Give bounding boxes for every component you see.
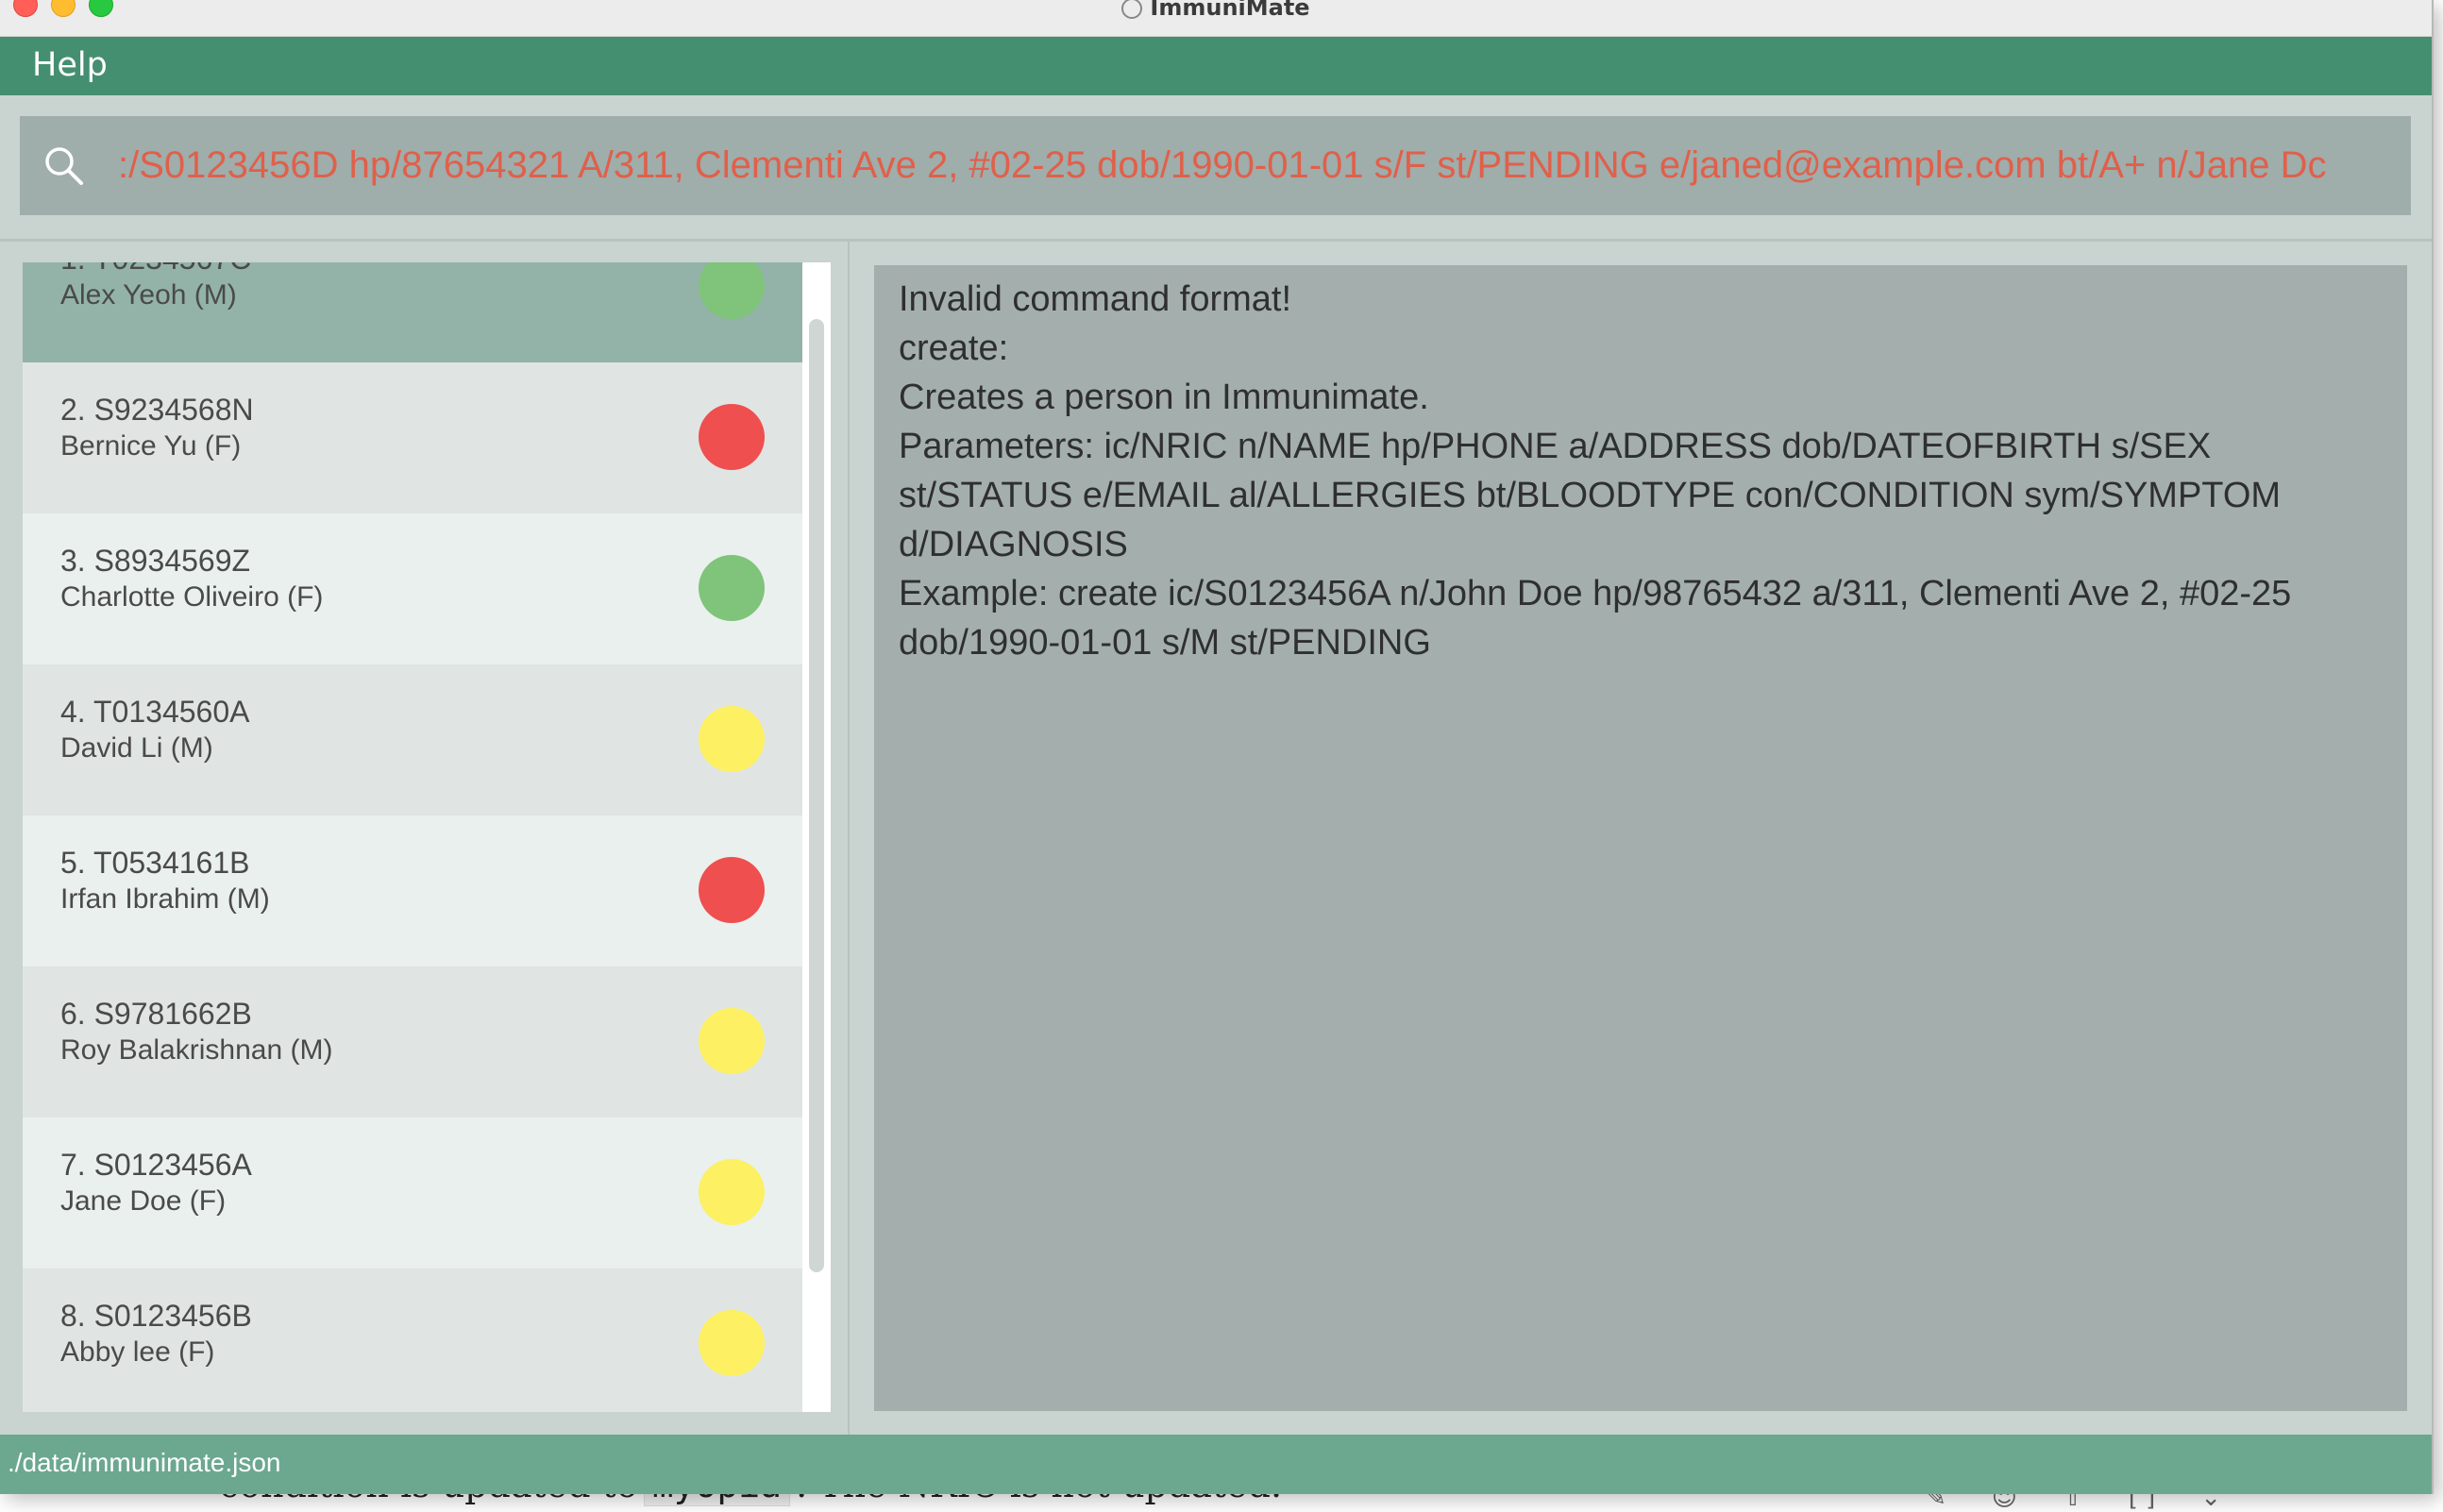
person-name: Charlotte Oliveiro (F) bbox=[60, 581, 324, 613]
person-index-nric: 3. S8934569Z bbox=[60, 544, 251, 578]
person-card[interactable]: 4. T0134560A David Li (M) bbox=[23, 664, 802, 815]
person-index-nric: 2. S9234568N bbox=[60, 393, 254, 427]
person-card[interactable]: 1. T0234567C Alex Yeoh (M) bbox=[23, 262, 802, 362]
person-card[interactable]: 5. T0534161B Irfan Ibrahim (M) bbox=[23, 815, 802, 966]
person-name: Bernice Yu (F) bbox=[60, 430, 242, 462]
person-name: Jane Doe (F) bbox=[60, 1185, 227, 1217]
command-area bbox=[0, 95, 2432, 239]
person-index-nric: 8. S0123456B bbox=[60, 1299, 252, 1333]
status-indicator bbox=[699, 404, 765, 470]
status-indicator bbox=[699, 1008, 765, 1074]
search-icon bbox=[45, 147, 83, 185]
title-bar: ImmuniMate bbox=[0, 0, 2432, 37]
person-name: Irfan Ibrahim (M) bbox=[60, 883, 270, 915]
command-input[interactable] bbox=[118, 116, 2384, 215]
person-index-nric: 1. T0234567C bbox=[60, 262, 251, 277]
result-display: Invalid command format! create: Creates … bbox=[874, 265, 2407, 1411]
person-index-nric: 4. T0134560A bbox=[60, 695, 250, 729]
status-indicator bbox=[699, 262, 765, 319]
screen: condition is updated tomyopia. The NRIC … bbox=[0, 0, 2443, 1512]
person-list-content: 1. T0234567C Alex Yeoh (M) 2. S9234568N … bbox=[23, 262, 802, 1412]
stethoscope-icon bbox=[1121, 0, 1143, 19]
person-card[interactable]: 3. S8934569Z Charlotte Oliveiro (F) bbox=[23, 513, 802, 664]
status-indicator bbox=[699, 857, 765, 923]
person-index-nric: 5. T0534161B bbox=[60, 846, 250, 880]
window-title: ImmuniMate bbox=[1150, 0, 1310, 21]
list-scrollbar-thumb[interactable] bbox=[809, 319, 824, 1272]
person-card[interactable]: 6. S9781662B Roy Balakrishnan (M) bbox=[23, 966, 802, 1117]
status-indicator bbox=[699, 555, 765, 621]
menu-help[interactable]: Help bbox=[32, 46, 108, 84]
status-indicator bbox=[699, 706, 765, 772]
status-indicator bbox=[699, 1310, 765, 1376]
person-name: Roy Balakrishnan (M) bbox=[60, 1034, 333, 1066]
person-index-nric: 7. S0123456A bbox=[60, 1148, 252, 1182]
person-card[interactable]: 7. S0123456A Jane Doe (F) bbox=[23, 1117, 802, 1268]
person-card[interactable]: 2. S9234568N Bernice Yu (F) bbox=[23, 362, 802, 513]
app-window: ImmuniMate Help 1. T0234567C Ale bbox=[0, 0, 2434, 1494]
data-file-path: ./data/immunimate.json bbox=[8, 1448, 281, 1477]
command-box[interactable] bbox=[20, 116, 2411, 215]
window-title-group: ImmuniMate bbox=[0, 0, 2432, 21]
person-list[interactable]: 1. T0234567C Alex Yeoh (M) 2. S9234568N … bbox=[23, 262, 831, 1412]
result-message: Invalid command format! create: Creates … bbox=[899, 279, 2292, 663]
person-name: Alex Yeoh (M) bbox=[60, 279, 237, 311]
person-name: Abby lee (F) bbox=[60, 1336, 215, 1368]
status-bar: ./data/immunimate.json bbox=[0, 1435, 2432, 1494]
person-card[interactable]: 8. S0123456B Abby lee (F) bbox=[23, 1268, 802, 1412]
person-index-nric: 6. S9781662B bbox=[60, 997, 252, 1031]
list-scrollbar[interactable] bbox=[802, 262, 831, 1412]
status-indicator bbox=[699, 1159, 765, 1225]
person-list-panel: 1. T0234567C Alex Yeoh (M) 2. S9234568N … bbox=[0, 242, 850, 1435]
person-name: David Li (M) bbox=[60, 732, 213, 764]
menu-bar: Help bbox=[0, 37, 2432, 95]
